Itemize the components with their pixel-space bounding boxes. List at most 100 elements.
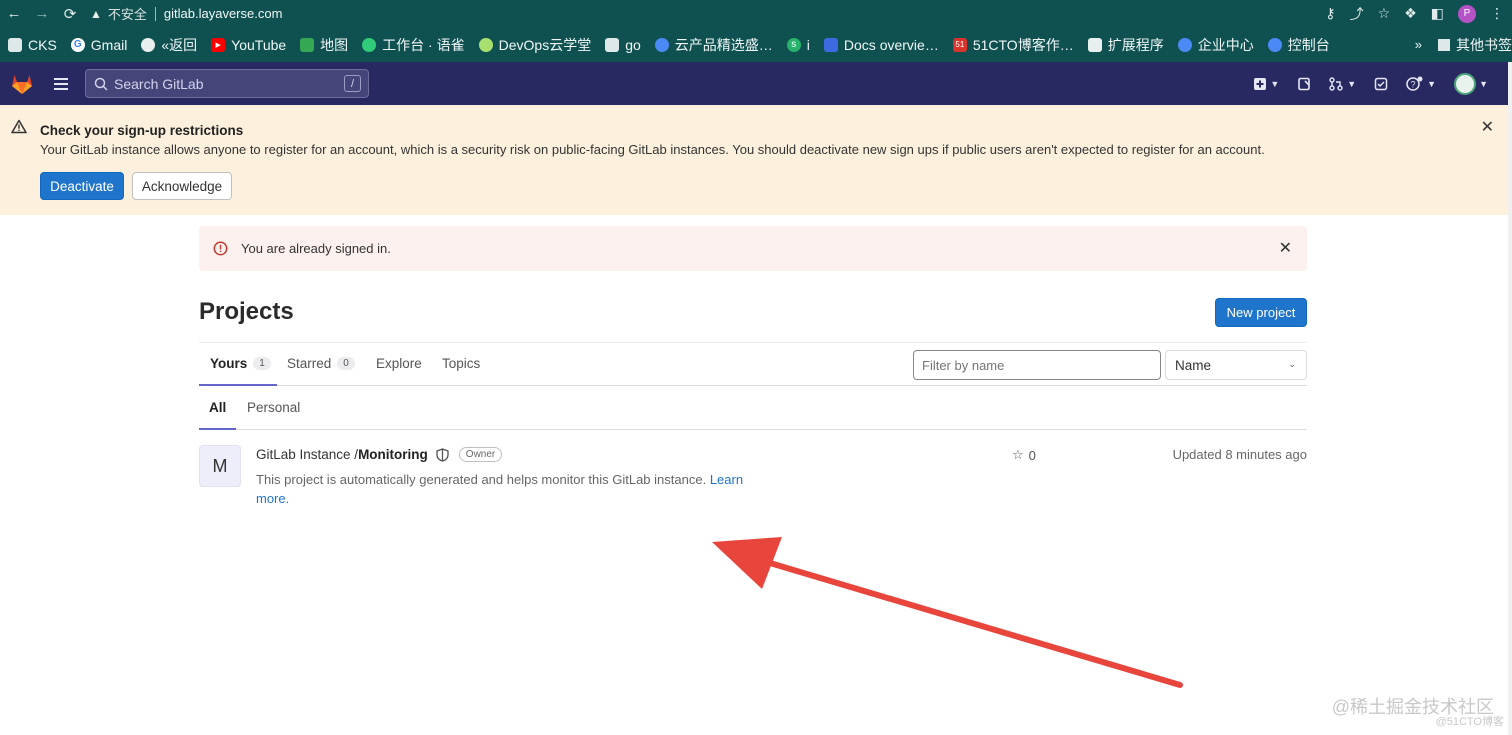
star-icon: ☆ <box>1012 447 1024 462</box>
browser-actions: ⚷ ⤴ ☆ ❖ ◧ P ⋮ <box>1325 0 1504 27</box>
bookmarks-bar: CKS G Gmail «返回 ▶ YouTube 地图 工作台 · 语雀 DevO… <box>0 27 1512 62</box>
banner-title: Check your sign-up restrictions <box>40 123 244 138</box>
close-icon[interactable]: ✕ <box>1481 117 1494 137</box>
user-menu[interactable]: ▼ <box>1454 72 1488 95</box>
bookmark-item[interactable]: 控制台 <box>1267 35 1330 55</box>
search-placeholder: Search GitLab <box>114 75 204 92</box>
globe-icon <box>141 37 156 52</box>
share-icon[interactable]: ⤴ <box>1350 4 1364 24</box>
back-icon[interactable]: ← <box>0 5 28 22</box>
cloud-icon <box>1267 37 1282 52</box>
active-subtab-indicator <box>199 428 236 430</box>
deactivate-button[interactable]: Deactivate <box>40 172 124 200</box>
extensions-icon[interactable]: ❖ <box>1404 5 1417 22</box>
updated-time: Updated 8 minutes ago <box>1172 447 1307 462</box>
page-title: Projects <box>199 298 294 325</box>
project-avatar[interactable]: M <box>199 445 241 487</box>
subtab-personal[interactable]: Personal <box>247 400 300 415</box>
bookmark-item[interactable]: ▶ YouTube <box>211 37 286 53</box>
search-icon <box>94 77 108 91</box>
subtabs-divider <box>199 429 1307 430</box>
gitlab-logo-icon[interactable] <box>0 62 44 105</box>
profile-avatar[interactable]: P <box>1458 4 1476 23</box>
bookmark-item[interactable]: 地图 <box>300 35 348 55</box>
address-bar[interactable]: ▲ 不安全 gitlab.layaverse.com <box>90 0 282 27</box>
search-input[interactable]: Search GitLab / <box>85 69 369 98</box>
help-icon: ? <box>1406 76 1423 91</box>
merge-requests-menu[interactable]: ▼ <box>1329 76 1356 91</box>
star-count[interactable]: ☆ 0 <box>1012 447 1036 463</box>
user-avatar <box>1454 72 1477 95</box>
sort-selected-value: Name <box>1175 357 1212 373</box>
youtube-icon: ▶ <box>211 37 226 52</box>
bookmark-item[interactable]: CKS <box>8 37 57 53</box>
active-tab-indicator <box>199 384 277 386</box>
search-shortcut: / <box>344 75 361 92</box>
page-scrollbar[interactable] <box>1508 62 1512 735</box>
alert-text: You are already signed in. <box>241 241 391 256</box>
role-badge: Owner <box>458 447 503 462</box>
forward-icon[interactable]: → <box>28 5 56 22</box>
acknowledge-button[interactable]: Acknowledge <box>132 172 232 200</box>
menu-icon[interactable]: ⋮ <box>1490 5 1504 22</box>
create-new-menu[interactable]: ▼ <box>1253 77 1279 91</box>
filter-by-name-input[interactable] <box>913 350 1161 380</box>
project-namespace: GitLab Instance / <box>256 447 359 462</box>
bookmark-item[interactable]: «返回 <box>141 35 197 55</box>
bookmark-item[interactable]: 企业中心 <box>1177 35 1254 55</box>
chevron-down-icon: ⌄ <box>1288 359 1296 369</box>
chevron-down-icon: ▼ <box>1479 78 1488 89</box>
star-icon[interactable]: ☆ <box>1378 5 1391 22</box>
puzzle-icon <box>1087 37 1102 52</box>
key-icon[interactable]: ⚷ <box>1325 5 1335 22</box>
bookmark-item[interactable]: 工作台 · 语雀 <box>362 35 465 55</box>
address-separator <box>154 6 156 21</box>
subtab-all[interactable]: All <box>209 400 226 415</box>
header-actions: ▼ ▼ ? ▼ ▼ <box>1253 62 1488 105</box>
tab-yours[interactable]: Yours 1 <box>210 356 271 371</box>
tab-explore[interactable]: Explore <box>376 356 422 371</box>
banner-body: Your GitLab instance allows anyone to re… <box>40 142 1265 157</box>
close-icon[interactable]: ✕ <box>1279 238 1292 258</box>
other-bookmarks[interactable]: 其他书签 <box>1430 27 1512 62</box>
tab-topics[interactable]: Topics <box>442 356 480 371</box>
help-menu[interactable]: ? ▼ <box>1406 76 1436 92</box>
tabs-divider <box>199 385 1307 386</box>
bookmarks-more-icon[interactable]: » <box>1415 27 1422 62</box>
warning-icon <box>11 119 27 139</box>
bookmark-item[interactable]: 扩展程序 <box>1087 35 1164 55</box>
annotation-arrow <box>712 537 1183 688</box>
warning-icon: ▲ <box>90 6 102 21</box>
plus-square-icon <box>1254 77 1267 90</box>
watermark-sub: @51CTO博客 <box>1435 716 1504 728</box>
bookmark-item[interactable]: go <box>605 37 641 53</box>
svg-text:?: ? <box>1411 79 1416 89</box>
reload-icon[interactable]: ⟳ <box>56 5 84 23</box>
todo-icon <box>1374 77 1388 90</box>
hamburger-menu-icon[interactable] <box>44 62 80 105</box>
chevron-down-icon: ▼ <box>1270 78 1280 89</box>
folder-icon <box>8 37 22 52</box>
issues-link[interactable] <box>1297 77 1311 91</box>
sort-select[interactable]: Name ⌄ <box>1165 350 1307 380</box>
tab-starred[interactable]: Starred 0 <box>287 356 355 371</box>
devops-icon <box>478 37 493 52</box>
google-icon: G <box>70 37 85 52</box>
sidepanel-icon[interactable]: ◧ <box>1431 5 1444 22</box>
bookmark-item[interactable]: Docs overvie… <box>823 37 939 53</box>
tabs-divider <box>199 342 1307 343</box>
chevron-down-icon: ▼ <box>1427 78 1437 89</box>
project-name: Monitoring <box>358 447 428 462</box>
folder-icon <box>1438 38 1450 51</box>
issues-icon <box>1298 77 1311 90</box>
bookmark-item[interactable]: si <box>786 37 810 53</box>
bookmark-item[interactable]: DevOps云学堂 <box>478 35 591 55</box>
bookmark-item[interactable]: 51 51CTO博客作… <box>952 35 1074 55</box>
new-project-button[interactable]: New project <box>1215 298 1307 327</box>
bookmark-item[interactable]: 云产品精选盛… <box>654 35 773 55</box>
project-title[interactable]: GitLab Instance / Monitoring Owner <box>256 447 503 462</box>
todos-link[interactable] <box>1374 77 1388 91</box>
merge-request-icon <box>1329 76 1343 91</box>
insecure-label: 不安全 <box>107 7 147 22</box>
bookmark-item[interactable]: G Gmail <box>70 37 127 53</box>
